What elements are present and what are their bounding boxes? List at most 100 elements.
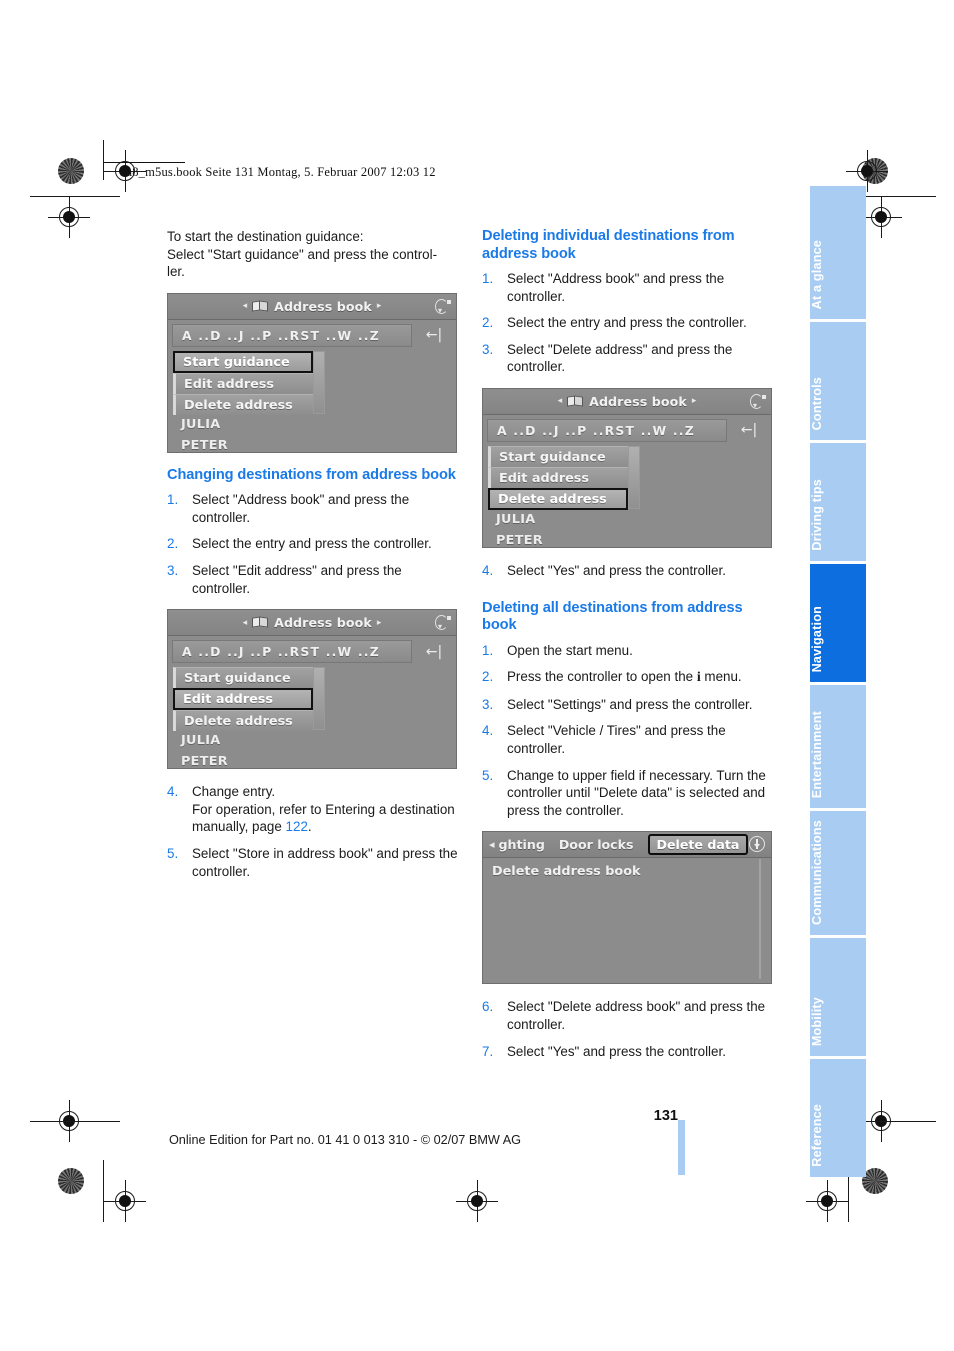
left-column: To start the destination guidance: Selec… — [167, 228, 463, 880]
address-book-icon — [252, 617, 269, 628]
step-item: Select "Settings" and press the controll… — [482, 696, 753, 713]
step-item: Change entry. For operation, refer to En… — [167, 783, 463, 836]
prev-arrow-icon[interactable]: ◂ — [243, 301, 248, 311]
address-book-icon — [252, 301, 269, 312]
registration-mark-bottom-center — [456, 1180, 498, 1222]
list-item[interactable]: JULIA — [488, 509, 668, 530]
address-entry-list: JULIA PETER — [488, 509, 668, 547]
footer-accent-bar — [678, 1120, 685, 1175]
list-item[interactable]: JULIA — [173, 414, 353, 435]
step-item: Select "Delete address" and press the co… — [482, 341, 733, 375]
address-entry-list: JULIA PETER — [173, 414, 353, 452]
chapter-tab-at-a-glance[interactable]: At a glance — [810, 186, 866, 319]
next-arrow-icon[interactable]: ▸ — [377, 301, 382, 311]
step-item: Select the entry and press the controlle… — [482, 314, 747, 331]
manual-page: ba8_m5us.book Seite 131 Montag, 5. Febru… — [0, 0, 954, 1351]
back-arrow-icon[interactable]: ←| — [731, 419, 767, 442]
registration-mark-bottom-right — [806, 1180, 848, 1222]
scrollbar-rail[interactable] — [759, 859, 761, 980]
menu-item-start-guidance[interactable]: Start guidance — [173, 667, 313, 689]
idrive-screenshot-start-guidance: ◂ Address book ▸ ▾ A ..D ..J ..P ..RST .… — [167, 292, 457, 453]
step-item: Select "Delete address book" and press t… — [482, 998, 766, 1032]
alphabet-filter-row[interactable]: A ..D ..J ..P ..RST ..W ..Z ←| — [172, 323, 452, 348]
menu-item-delete-address[interactable]: Delete address — [173, 710, 313, 732]
screen-titlebar: ◂ Address book ▸ ▾ — [483, 388, 771, 415]
settings-tab-door-locks[interactable]: Door locks — [559, 837, 634, 852]
chapter-tab-strip: At a glance Controls Driving tips Naviga… — [810, 186, 866, 1177]
list-item[interactable]: PETER — [173, 435, 353, 452]
next-arrow-icon[interactable]: ▸ — [692, 396, 697, 406]
settings-tab-lighting[interactable]: ghting — [499, 837, 545, 852]
steps-deleting-individual-continued: Select "Yes" and press the controller. — [482, 562, 778, 580]
menu-item-edit-address[interactable]: Edit address — [173, 688, 313, 711]
menu-item-start-guidance[interactable]: Start guidance — [488, 445, 628, 467]
list-item[interactable]: JULIA — [173, 730, 353, 751]
menu-item-delete-address[interactable]: Delete address — [488, 487, 628, 510]
intro-paragraph: To start the destination guidance: Selec… — [167, 228, 463, 281]
step-item: Select "Store in address book" and press… — [167, 845, 458, 879]
chapter-tab-reference[interactable]: Reference — [810, 1059, 866, 1177]
registration-mark-right-upper — [860, 196, 902, 238]
scroll-indicator-icon: ▾ — [434, 614, 451, 631]
page-cross-reference[interactable]: 122 — [286, 819, 308, 834]
section-heading-deleting-individual: Deleting individual destinations from ad… — [482, 228, 735, 262]
alphabet-filter-field[interactable]: A ..D ..J ..P ..RST ..W ..Z — [172, 323, 412, 347]
registration-mark-bottom-left — [104, 1180, 146, 1222]
alphabet-filter-row[interactable]: A ..D ..J ..P ..RST ..W ..Z ←| — [172, 639, 452, 664]
menu-side-tab — [313, 667, 325, 731]
address-entry-list: JULIA PETER — [173, 730, 353, 768]
prev-arrow-icon[interactable]: ◂ — [243, 618, 248, 628]
chapter-tab-label: Entertainment — [810, 710, 824, 798]
chapter-tab-navigation[interactable]: Navigation — [810, 564, 866, 682]
menu-side-tab — [313, 350, 325, 414]
list-item[interactable]: PETER — [173, 751, 353, 768]
menu-item-delete-address[interactable]: Delete address — [173, 393, 313, 415]
chapter-tab-entertainment[interactable]: Entertainment — [810, 685, 866, 808]
intro-line-3: ler. — [167, 264, 185, 280]
list-item[interactable]: PETER — [488, 530, 668, 547]
alphabet-filter-field[interactable]: A ..D ..J ..P ..RST ..W ..Z — [487, 418, 727, 442]
chapter-tab-label: Driving tips — [810, 479, 824, 551]
menu-item-start-guidance[interactable]: Start guidance — [173, 350, 313, 373]
step2-post: menu. — [700, 669, 742, 685]
step4-end: . — [307, 819, 312, 835]
chapter-tab-label: Navigation — [810, 605, 824, 672]
context-menu: Start guidance Edit address Delete addre… — [173, 350, 325, 415]
screen-titlebar: ◂ Address book ▸ ▾ — [168, 293, 456, 320]
step-item: Open the start menu. — [482, 642, 633, 659]
scroll-left-icon[interactable]: ◂ — [489, 838, 495, 851]
section-heading-deleting-all: Deleting all destinations from address b… — [482, 599, 743, 634]
settings-tab-delete-data[interactable]: Delete data — [647, 834, 749, 856]
back-arrow-icon[interactable]: ←| — [416, 324, 452, 347]
alphabet-filter-row[interactable]: A ..D ..J ..P ..RST ..W ..Z ←| — [487, 418, 767, 443]
next-arrow-icon[interactable]: ▸ — [377, 618, 382, 628]
steps-deleting-all-continued: Select "Delete address book" and press t… — [482, 998, 778, 1060]
step-item: Change to upper field if necessary. Turn… — [482, 767, 766, 818]
prev-arrow-icon[interactable]: ◂ — [558, 396, 563, 406]
chapter-tab-driving-tips[interactable]: Driving tips — [810, 443, 866, 561]
chapter-tab-controls[interactable]: Controls — [810, 322, 866, 440]
step-item: Select "Edit address" and press the cont… — [167, 562, 402, 596]
crop-line-top-left-v — [103, 140, 104, 180]
alphabet-filter-field[interactable]: A ..D ..J ..P ..RST ..W ..Z — [172, 640, 412, 664]
menu-side-tab — [628, 445, 640, 509]
menu-item-edit-address[interactable]: Edit address — [488, 466, 628, 488]
back-arrow-icon[interactable]: ←| — [416, 640, 452, 663]
steps-deleting-all: Open the start menu. Press the controlle… — [482, 642, 778, 820]
crop-line-right-lower-h — [866, 1121, 936, 1122]
registration-mark-left-upper — [48, 196, 90, 238]
menu-item-edit-address[interactable]: Edit address — [173, 372, 313, 394]
steps-deleting-individual: Select "Address book" and press the cont… — [482, 270, 778, 376]
idrive-screenshot-delete-data: ◂ ghting Door locks Delete data Delete a… — [482, 831, 772, 985]
scroll-indicator-icon — [749, 836, 765, 853]
intro-line-2: Select "Start guidance" and press the co… — [167, 246, 438, 262]
chapter-tab-label: At a glance — [810, 239, 824, 309]
crop-line-right-upper-h — [866, 196, 936, 197]
step-item: Select "Address book" and press the cont… — [482, 270, 725, 304]
chapter-tab-mobility[interactable]: Mobility — [810, 938, 866, 1056]
screen-title: Address book — [274, 615, 372, 631]
steps-changing-destinations-continued: Change entry. For operation, refer to En… — [167, 783, 463, 880]
settings-list-item-delete-address-book[interactable]: Delete address book — [483, 858, 771, 879]
chapter-tab-communications[interactable]: Communications — [810, 811, 866, 935]
scroll-indicator-icon: ▾ — [434, 298, 451, 315]
